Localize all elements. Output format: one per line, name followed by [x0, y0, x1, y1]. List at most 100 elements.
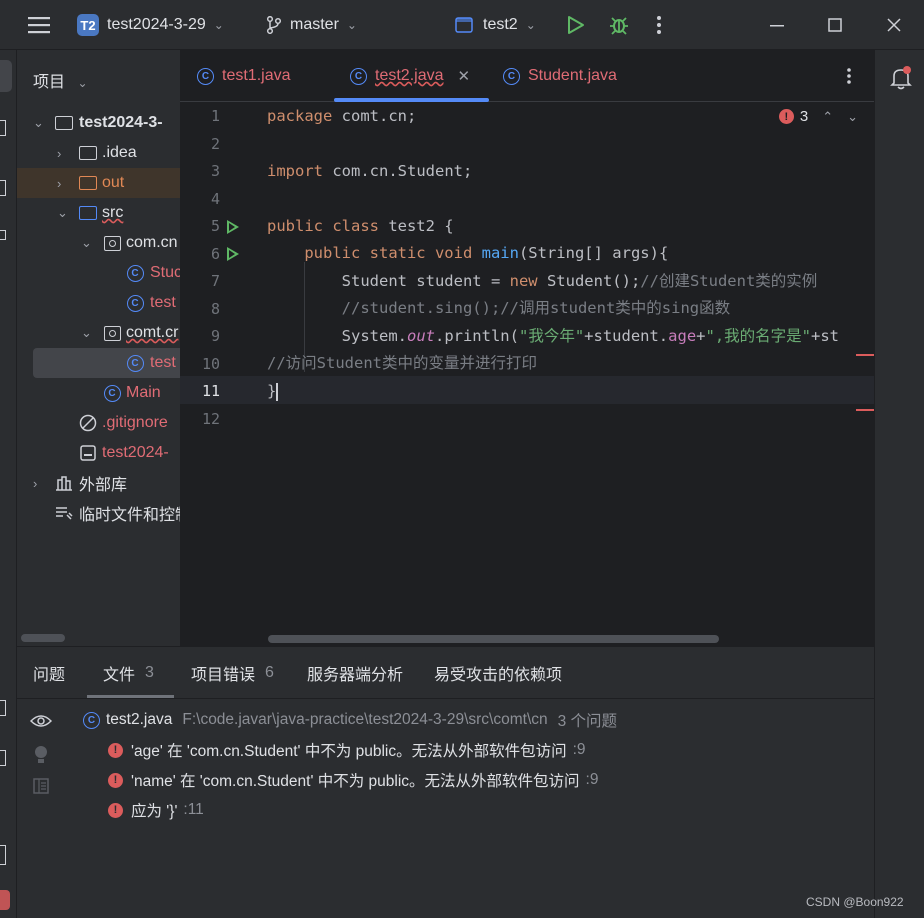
tree-item-src[interactable]: ⌄ src: [17, 198, 180, 228]
tree-item-label: test2024-: [102, 444, 169, 461]
tab-label: test1.java: [222, 67, 291, 84]
project-tool-button[interactable]: [0, 60, 12, 92]
tree-item-module[interactable]: ⌄ test2024-3-: [17, 108, 180, 138]
commit-tool-icon[interactable]: [0, 120, 6, 136]
project-name: test2024-3-29: [107, 16, 206, 33]
tree-item-class-test2[interactable]: C test: [33, 348, 180, 378]
tab-student-java[interactable]: C Student.java: [503, 50, 617, 102]
project-switcher[interactable]: T2 test2024-3-29 ⌄: [77, 0, 224, 50]
tree-item-gitignore[interactable]: .gitignore: [17, 408, 180, 438]
notifications-button[interactable]: [890, 66, 912, 95]
git-branch-icon: [266, 16, 282, 34]
run-config-selector[interactable]: test2 ⌄: [455, 0, 536, 50]
quick-fix-button[interactable]: [34, 745, 48, 770]
maximize-button[interactable]: [828, 0, 842, 50]
editor: C test1.java C test2.java ✕ C Student.ja…: [180, 50, 874, 646]
tree-item-idea[interactable]: › .idea: [17, 138, 180, 168]
tab-vulnerable-dependencies[interactable]: 易受攻击的依赖项: [434, 647, 562, 699]
run-tool-icon[interactable]: [0, 700, 6, 716]
code-line-7: Student student = new Student();//创建Stud…: [267, 272, 818, 290]
run-button[interactable]: [567, 0, 585, 50]
bookmarks-tool-icon[interactable]: [0, 230, 6, 240]
tree-item-class-test1[interactable]: C test: [17, 288, 180, 318]
structure-tool-icon[interactable]: [0, 180, 6, 196]
editor-gutter: 1 2 3 4 5 6 7 8 9 10 11 12: [180, 102, 266, 646]
chevron-down-icon: ⌄: [77, 76, 88, 90]
previous-error-icon[interactable]: ⌃: [822, 109, 833, 125]
inspection-widget[interactable]: ! 3 ⌃ ⌄: [778, 108, 858, 125]
main-menu-button[interactable]: [28, 0, 50, 50]
line-number: 9: [210, 327, 220, 345]
tree-item-class-student[interactable]: C Stuc: [17, 258, 180, 288]
problem-item[interactable]: ! 'name' 在 'com.cn.Student' 中不为 public。无…: [108, 769, 598, 791]
tab-label: test2.java: [375, 67, 444, 84]
tree-item-label: .gitignore: [102, 414, 168, 431]
tree-item-iml[interactable]: test2024-: [17, 438, 180, 468]
line-number: 6: [210, 245, 220, 263]
tree-item-out[interactable]: › out: [17, 168, 180, 198]
run-config-icon: [455, 17, 473, 33]
tab-test2-java[interactable]: C test2.java ✕: [350, 50, 470, 102]
problem-file-row[interactable]: C test2.java F:\code.javar\java-practice…: [83, 709, 617, 731]
code-line-6: public static void main(String[] args){: [267, 244, 669, 262]
project-scrollbar[interactable]: [21, 634, 65, 642]
tree-item-external-libraries[interactable]: › 外部库: [17, 468, 180, 498]
project-panel-header[interactable]: 项目 ⌄: [33, 68, 88, 92]
next-error-icon[interactable]: ⌄: [847, 109, 858, 125]
branch-switcher[interactable]: master ⌄: [266, 0, 357, 50]
run-class-gutter-icon[interactable]: [227, 220, 239, 234]
close-button[interactable]: [887, 0, 901, 50]
chevron-down-icon: ⌄: [346, 18, 357, 32]
tree-item-label: src: [102, 204, 124, 221]
maximize-icon: [828, 18, 842, 32]
editor-horizontal-scrollbar[interactable]: [268, 635, 719, 643]
tab-file[interactable]: 文件 3: [103, 647, 154, 699]
tab-test1-java[interactable]: C test1.java: [197, 50, 290, 102]
run-config-name: test2: [483, 16, 518, 33]
line-number: 10: [201, 355, 220, 373]
debug-button[interactable]: [608, 0, 630, 50]
chevron-down-icon: ⌄: [213, 18, 224, 32]
tree-item-package-com-cn[interactable]: ⌄ com.cn: [17, 228, 180, 258]
tab-project-errors[interactable]: 项目错误 6: [191, 647, 274, 699]
tree-item-scratches[interactable]: 临时文件和控制: [17, 498, 180, 528]
eye-icon: [29, 715, 53, 727]
error-stripe-marker[interactable]: [856, 409, 874, 411]
source-folder-icon: [79, 204, 97, 222]
problems-tool-icon[interactable]: [0, 845, 6, 865]
tree-item-label: test: [150, 294, 176, 311]
minimize-button[interactable]: [770, 0, 784, 50]
module-folder-icon: [55, 114, 73, 132]
folder-icon: [79, 144, 97, 162]
close-tab-icon[interactable]: ✕: [457, 67, 470, 85]
more-vertical-icon: [657, 16, 661, 34]
problem-item[interactable]: ! 'age' 在 'com.cn.Student' 中不为 public。无法…: [108, 739, 586, 761]
project-panel-title: 项目: [33, 74, 66, 91]
code-line-10: //访问Student类中的变量并进行打印: [267, 354, 537, 372]
error-stripe-marker[interactable]: [856, 354, 874, 356]
project-badge: T2: [77, 14, 99, 36]
error-icon: !: [108, 772, 123, 788]
problem-line: :9: [572, 741, 586, 758]
tree-item-label: .idea: [102, 144, 137, 161]
error-icon: !: [778, 109, 794, 124]
run-main-gutter-icon[interactable]: [227, 247, 239, 261]
tree-item-class-main[interactable]: C Main: [17, 378, 180, 408]
problem-item[interactable]: ! 应为 '}' :11: [108, 799, 204, 821]
excluded-folder-icon: [79, 174, 97, 192]
class-icon: C: [126, 294, 144, 312]
tab-server-analysis[interactable]: 服务器端分析: [307, 647, 403, 699]
tab-options-button[interactable]: [846, 50, 852, 102]
problem-line: :9: [585, 771, 599, 788]
tree-item-label: 临时文件和控制: [79, 507, 180, 524]
code-area[interactable]: package comt.cn; import com.cn.Student; …: [266, 102, 874, 646]
git-tool-icon[interactable]: [0, 890, 10, 910]
group-by-button[interactable]: [33, 778, 49, 799]
more-actions-button[interactable]: [656, 0, 662, 50]
preview-toggle-button[interactable]: [29, 713, 53, 734]
ignore-file-icon: [79, 414, 97, 432]
tree-item-package-comt-cn[interactable]: ⌄ comt.cr: [17, 318, 180, 348]
minimize-icon: [770, 25, 784, 27]
chevron-down-icon: ⌄: [81, 325, 92, 340]
terminal-tool-icon[interactable]: [0, 750, 6, 766]
